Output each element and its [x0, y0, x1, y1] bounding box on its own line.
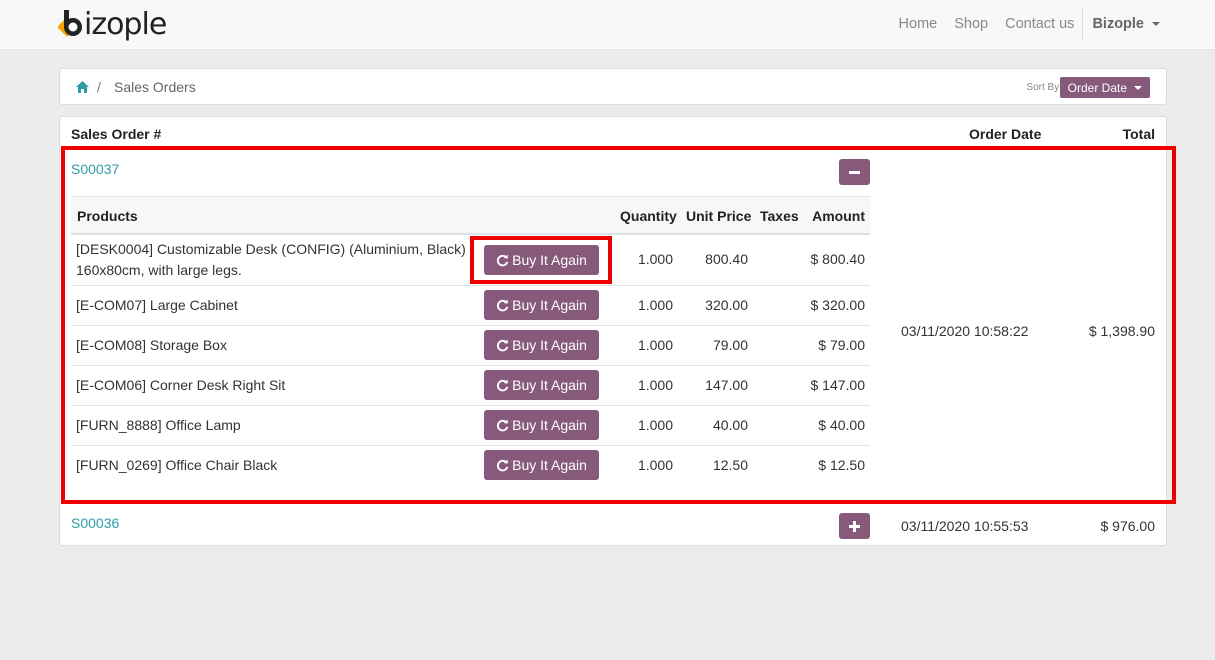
- order-total: $ 976.00: [1100, 518, 1156, 534]
- column-header-date: Order Date: [969, 126, 1042, 142]
- user-name: Bizople: [1092, 16, 1144, 32]
- plus-icon: [849, 520, 860, 532]
- sort-value: Order Date: [1067, 80, 1127, 95]
- logo[interactable]: izople: [58, 6, 167, 42]
- nav-link-shop[interactable]: Shop: [954, 16, 988, 32]
- nav-menu: Home Shop Contact us Bizople: [882, 0, 1160, 48]
- breadcrumb: / Sales Orders Sort By: Order Date: [59, 68, 1167, 105]
- chevron-down-icon: [1152, 22, 1160, 26]
- nav-link-contact[interactable]: Contact us: [1005, 16, 1074, 32]
- highlight-box-buy-again: [470, 236, 612, 284]
- logo-icon: [58, 10, 82, 37]
- top-navbar: izople Home Shop Contact us Bizople: [0, 0, 1215, 50]
- order-date: 03/11/2020 10:55:53: [901, 518, 1029, 534]
- breadcrumb-current: Sales Orders: [114, 79, 196, 95]
- nav-divider: [1082, 8, 1084, 40]
- sort-dropdown[interactable]: Order Date: [1059, 77, 1150, 98]
- home-icon[interactable]: [76, 81, 89, 93]
- column-header-total: Total: [1122, 126, 1155, 142]
- user-menu-dropdown[interactable]: Bizople: [1092, 16, 1160, 32]
- logo-text: izople: [84, 6, 167, 42]
- breadcrumb-separator: /: [97, 79, 101, 95]
- highlight-box-order: [61, 146, 1176, 504]
- sort-label: Sort By:: [1026, 82, 1062, 93]
- nav-link-home[interactable]: Home: [899, 16, 938, 32]
- expand-button[interactable]: [839, 513, 870, 539]
- order-link-s00036[interactable]: S00036: [71, 515, 119, 531]
- chevron-down-icon: [1134, 85, 1142, 90]
- column-header-order: Sales Order #: [71, 126, 162, 142]
